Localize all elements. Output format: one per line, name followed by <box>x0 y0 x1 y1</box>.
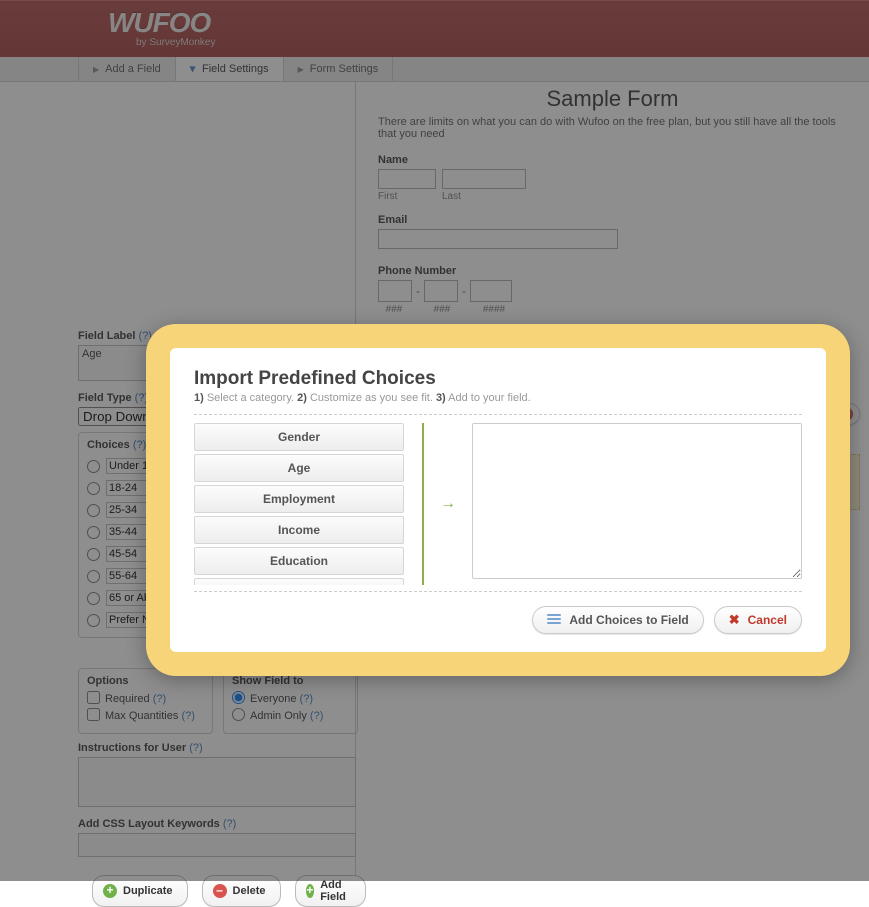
modal-steps: 1) Select a category. 2) Customize as yo… <box>194 392 802 404</box>
separator <box>194 414 802 415</box>
import-choices-modal: Import Predefined Choices 1) Select a ca… <box>146 324 850 676</box>
category-income[interactable]: Income <box>194 516 404 544</box>
close-icon: ✖ <box>729 612 740 628</box>
add-choices-button[interactable]: Add Choices to Field <box>532 606 703 634</box>
separator <box>194 591 802 592</box>
plus-icon: + <box>103 884 117 898</box>
category-education[interactable]: Education <box>194 547 404 575</box>
modal-title: Import Predefined Choices <box>194 368 802 390</box>
minus-icon: – <box>213 884 227 898</box>
arrow-icon: → <box>438 423 458 585</box>
category-days-of-week[interactable]: Days of the Week <box>194 578 404 585</box>
category-age[interactable]: Age <box>194 454 404 482</box>
cancel-button[interactable]: ✖ Cancel <box>714 606 802 634</box>
list-icon <box>547 614 561 626</box>
category-list[interactable]: Gender Age Employment Income Education D… <box>194 423 424 585</box>
choices-textarea[interactable] <box>472 423 802 579</box>
category-gender[interactable]: Gender <box>194 423 404 451</box>
plus-icon: + <box>306 884 315 898</box>
category-employment[interactable]: Employment <box>194 485 404 513</box>
